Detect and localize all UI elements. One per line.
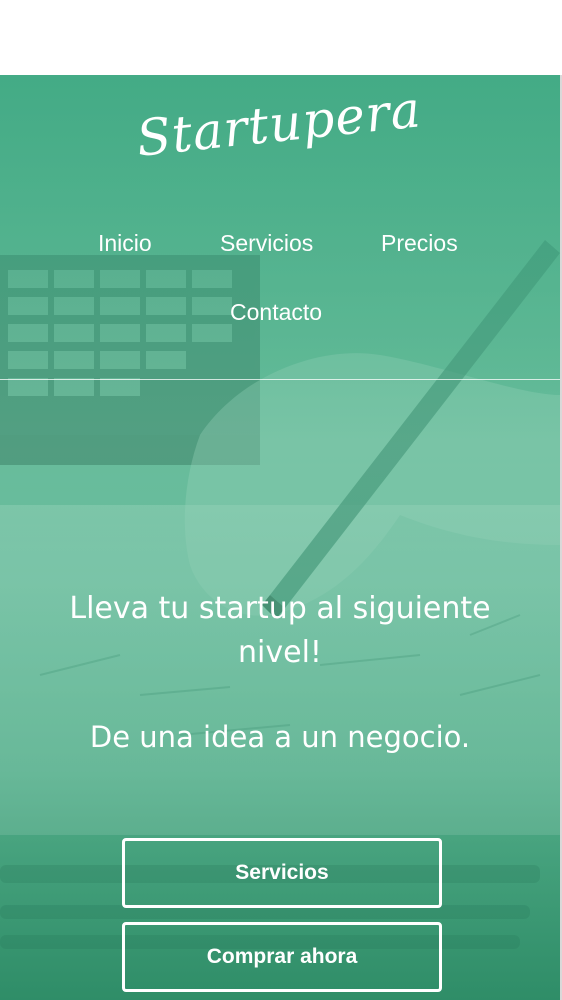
hero-subheadline: De una idea a un negocio. — [89, 720, 471, 754]
nav-item-contacto[interactable]: Contacto — [230, 299, 322, 326]
header-divider — [0, 379, 560, 380]
comprar-ahora-button[interactable]: Comprar ahora — [122, 922, 442, 992]
nav-item-precios[interactable]: Precios — [381, 230, 458, 257]
nav-item-servicios[interactable]: Servicios — [220, 230, 313, 257]
hero-section: Startupera Inicio Servicios Precios Cont… — [0, 75, 560, 1000]
nav-item-inicio[interactable]: Inicio — [98, 230, 152, 257]
hero-headline: Lleva tu startup al siguiente nivel! — [69, 591, 491, 670]
servicios-button[interactable]: Servicios — [122, 838, 442, 908]
